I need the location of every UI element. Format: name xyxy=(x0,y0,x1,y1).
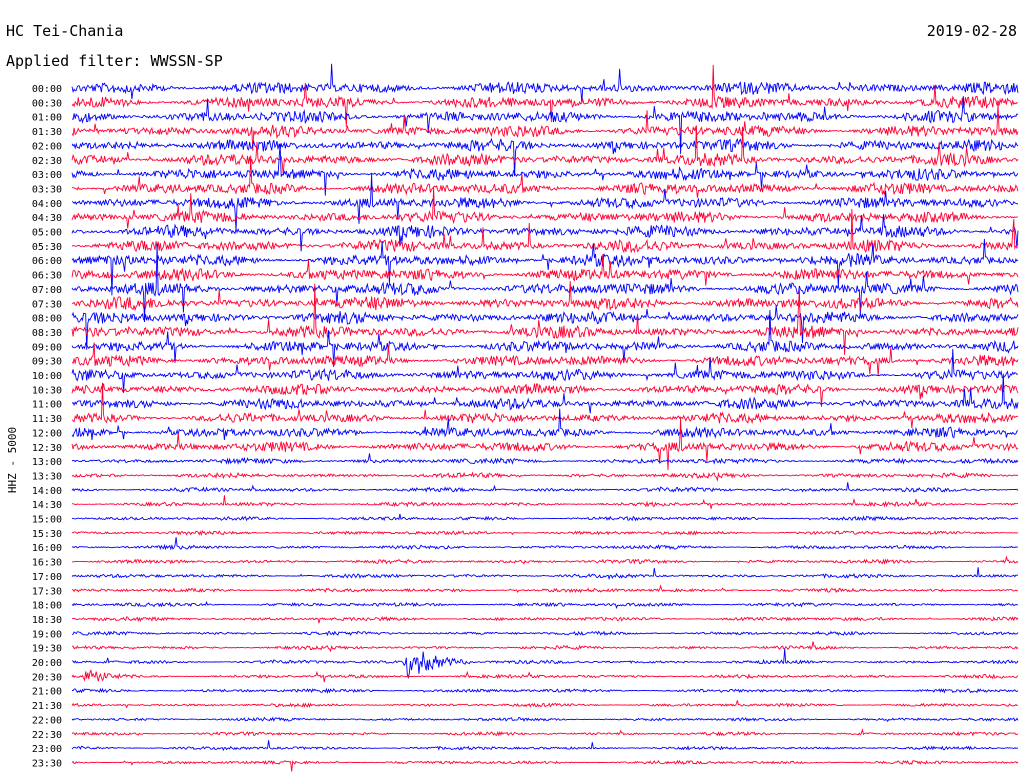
row-label: 06:00 xyxy=(32,256,62,267)
seismic-trace xyxy=(71,567,1019,581)
seismic-trace xyxy=(71,630,1019,637)
seismic-trace xyxy=(71,513,1019,522)
row-label: 14:30 xyxy=(32,500,62,511)
seismic-trace xyxy=(71,187,1019,229)
row-label: 07:00 xyxy=(32,285,62,296)
row-label: 09:30 xyxy=(32,357,62,368)
row-label: 05:00 xyxy=(32,228,62,239)
row-label: 11:00 xyxy=(32,400,62,411)
row-label: 23:30 xyxy=(32,758,62,769)
row-label: 14:00 xyxy=(32,486,62,497)
row-label: 09:00 xyxy=(32,342,62,353)
seismic-trace xyxy=(71,173,1019,231)
seismic-trace xyxy=(71,669,1019,683)
seismic-trace xyxy=(71,759,1019,772)
helicorder-chart: 00:00 00:30 01:00 01:30 02:00 02:30 03:00 03:30… xyxy=(6,22,1019,772)
row-label: 07:30 xyxy=(32,299,62,310)
seismic-trace xyxy=(71,641,1019,653)
row-label: 18:00 xyxy=(32,601,62,612)
seismic-trace xyxy=(71,537,1019,551)
row-label: 12:30 xyxy=(32,443,62,454)
row-label: 03:00 xyxy=(32,170,62,181)
row-label: 01:00 xyxy=(32,113,62,124)
row-label: 06:30 xyxy=(32,271,62,282)
row-label: 17:00 xyxy=(32,572,62,583)
filter-label: Applied filter: WWSSN-SP xyxy=(6,52,223,70)
seismic-trace xyxy=(71,716,1019,723)
row-label: 00:00 xyxy=(32,84,62,95)
chart-title: HC Tei-Chania xyxy=(6,22,123,40)
row-label: 20:30 xyxy=(32,672,62,683)
seismic-trace xyxy=(71,740,1019,752)
row-label: 04:30 xyxy=(32,213,62,224)
row-label-layer: 00:00 00:30 01:00 01:30 02:00 02:30 03:00 03:30… xyxy=(32,84,62,769)
row-label: 16:00 xyxy=(32,543,62,554)
row-label: 08:30 xyxy=(32,328,62,339)
row-label: 02:00 xyxy=(32,141,62,152)
row-label: 08:00 xyxy=(32,314,62,325)
seismic-trace xyxy=(71,600,1019,610)
chart-date: 2019-02-28 xyxy=(927,22,1017,40)
seismic-trace xyxy=(71,700,1018,709)
y-axis-label: HHZ - 5000 xyxy=(6,427,19,493)
seismic-trace xyxy=(71,555,1019,565)
row-label: 04:00 xyxy=(32,199,62,210)
seismic-trace xyxy=(71,648,1019,679)
seismic-trace xyxy=(71,471,1019,482)
seismic-trace xyxy=(71,417,1019,471)
row-label: 15:30 xyxy=(32,529,62,540)
row-label: 20:00 xyxy=(32,658,62,669)
seismic-trace xyxy=(71,482,1019,493)
seismic-trace xyxy=(71,495,1019,509)
row-label: 13:30 xyxy=(32,471,62,482)
row-label: 00:30 xyxy=(32,98,62,109)
row-label: 16:30 xyxy=(32,558,62,569)
row-label: 18:30 xyxy=(32,615,62,626)
row-label: 12:00 xyxy=(32,428,62,439)
seismic-trace xyxy=(72,281,1019,312)
row-label: 15:00 xyxy=(32,515,62,526)
seismic-trace xyxy=(71,125,1019,176)
row-label: 01:30 xyxy=(32,127,62,138)
row-label: 10:00 xyxy=(32,371,62,382)
seismic-trace xyxy=(71,373,1019,414)
seismic-trace xyxy=(71,584,1019,594)
row-label: 21:00 xyxy=(32,687,62,698)
seismic-trace xyxy=(71,408,1019,440)
row-label: 02:30 xyxy=(32,156,62,167)
row-label: 05:30 xyxy=(32,242,62,253)
row-label: 19:00 xyxy=(32,629,62,640)
seismic-trace xyxy=(71,348,1018,393)
row-label: 10:30 xyxy=(32,385,62,396)
row-label: 22:30 xyxy=(32,730,62,741)
row-label: 03:30 xyxy=(32,184,62,195)
row-label: 23:00 xyxy=(32,744,62,755)
seismic-trace xyxy=(71,529,1019,537)
seismic-trace xyxy=(71,615,1019,624)
row-label: 22:00 xyxy=(32,715,62,726)
seismic-trace xyxy=(71,453,1019,466)
row-label: 17:30 xyxy=(32,586,62,597)
seismic-trace xyxy=(72,687,1019,694)
row-label: 13:00 xyxy=(32,457,62,468)
row-label: 19:30 xyxy=(32,644,62,655)
row-label: 21:30 xyxy=(32,701,62,712)
seismic-trace xyxy=(71,728,1019,737)
trace-layer xyxy=(71,63,1019,772)
row-label: 11:30 xyxy=(32,414,62,425)
